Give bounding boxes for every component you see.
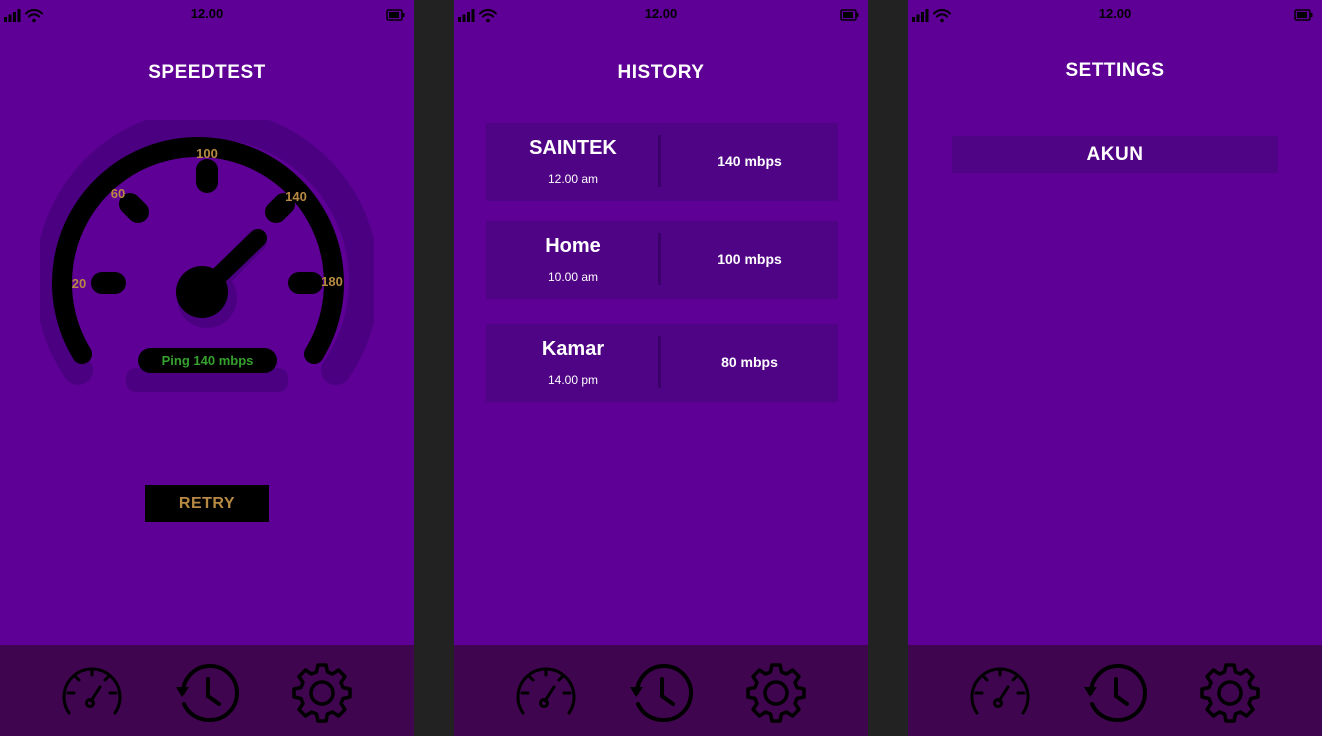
history-item-speed: 80 mbps	[721, 354, 778, 370]
gauge-tick-label: 100	[196, 146, 218, 161]
history-item-name: SAINTEK	[529, 137, 617, 159]
bottom-nav	[908, 645, 1322, 736]
history-item-speed: 100 mbps	[717, 251, 782, 267]
speedometer-icon[interactable]	[514, 661, 578, 725]
akun-button[interactable]: AKUN	[952, 136, 1278, 173]
gauge-tick-label: 140	[285, 189, 307, 204]
history-item-name: Home	[545, 235, 601, 257]
history-item-time: 14.00 pm	[547, 373, 599, 387]
settings-gear-icon[interactable]	[744, 661, 808, 725]
bottom-nav	[454, 645, 868, 736]
status-time: 12.00	[190, 6, 224, 21]
page-title: SETTINGS	[1065, 60, 1165, 81]
settings-gear-icon[interactable]	[1198, 661, 1262, 725]
history-item[interactable]: SAINTEK 12.00 am 140 mbps	[486, 123, 838, 201]
history-item[interactable]: Home 10.00 am 100 mbps	[486, 221, 838, 299]
history-icon[interactable]	[629, 661, 693, 725]
history-item-time: 10.00 am	[547, 270, 599, 284]
status-bar: 12.00	[908, 0, 1322, 28]
ping-badge: Ping 140 mbps	[138, 348, 277, 373]
needle-hub	[176, 266, 228, 318]
gauge-tick-60	[119, 193, 149, 223]
status-bar: 12.00	[0, 0, 414, 28]
status-time: 12.00	[644, 6, 678, 21]
settings-gear-icon[interactable]	[290, 661, 354, 725]
history-item[interactable]: Kamar 14.00 pm 80 mbps	[486, 324, 838, 402]
speedometer-icon[interactable]	[968, 661, 1032, 725]
speedtest-screen: 12.00 SPEEDTEST 20 60 100 140 180 Ping 1…	[0, 0, 414, 736]
history-item-time: 12.00 am	[547, 172, 599, 186]
bottom-nav	[0, 645, 414, 736]
retry-button[interactable]: RETRY	[145, 485, 269, 522]
history-icon[interactable]	[175, 661, 239, 725]
speedometer-icon[interactable]	[60, 661, 124, 725]
status-bar: 12.00	[454, 0, 868, 28]
gauge-tick-label: 60	[111, 186, 125, 201]
settings-screen: 12.00 SETTINGS	[908, 0, 1322, 736]
history-icon[interactable]	[1083, 661, 1147, 725]
gauge-tick-label: 20	[72, 276, 86, 291]
status-time: 12.00	[1098, 6, 1132, 21]
battery-icon	[1294, 9, 1314, 21]
history-item-name: Kamar	[541, 338, 605, 360]
page-title: HISTORY	[617, 62, 705, 83]
gauge-tick-140	[265, 193, 295, 223]
page-title: SPEEDTEST	[148, 62, 266, 83]
history-item-speed: 140 mbps	[717, 153, 782, 169]
gauge-tick-label: 180	[321, 274, 343, 289]
battery-icon	[840, 9, 860, 21]
battery-icon	[386, 9, 406, 21]
